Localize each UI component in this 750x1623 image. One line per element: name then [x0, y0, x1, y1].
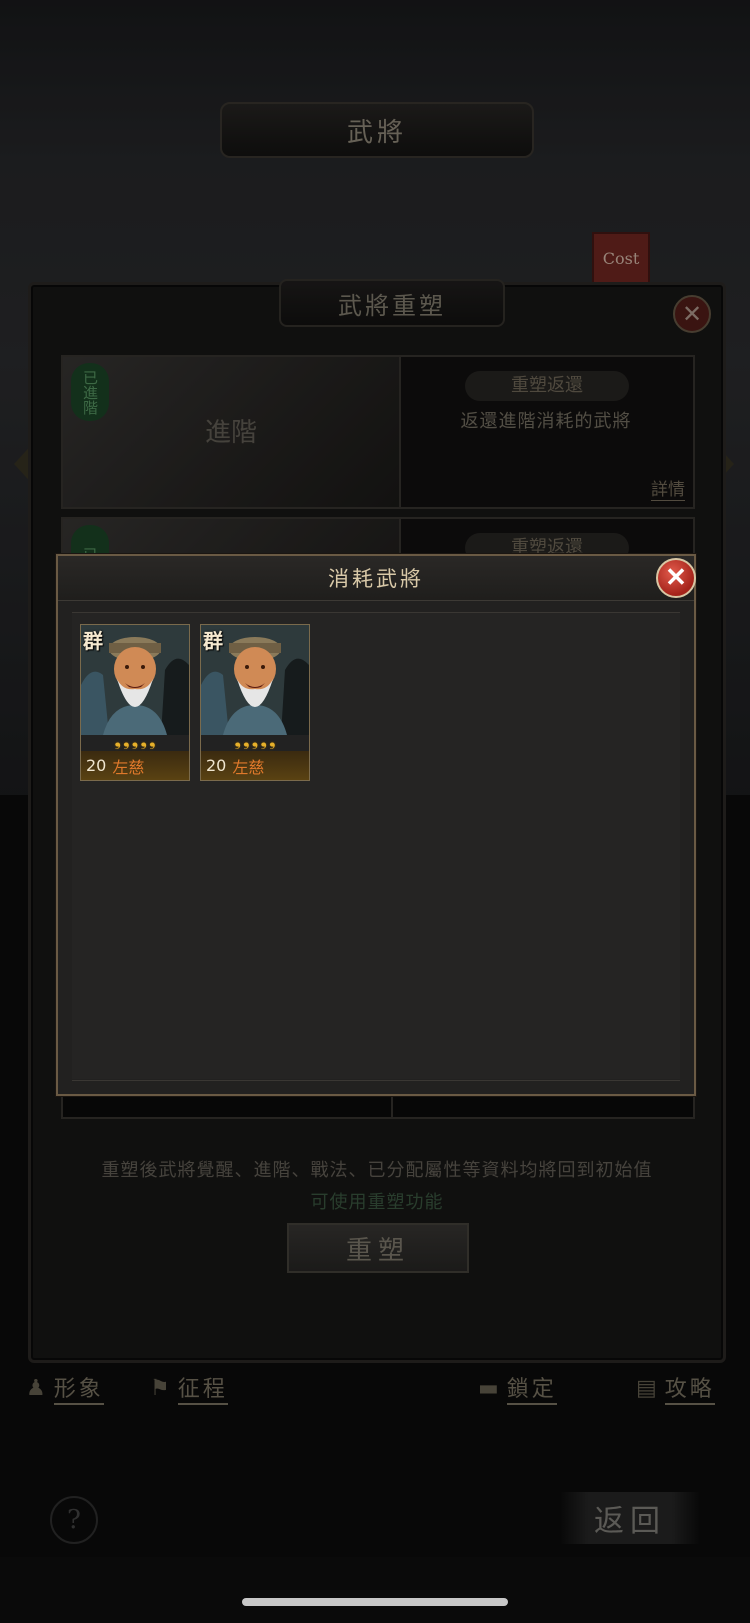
general-level: 20 — [86, 756, 107, 775]
general-card[interactable]: 群 ❟ ❟ ❟ ❟ ❟ 20 左慈 — [200, 624, 310, 781]
divider — [72, 1080, 680, 1081]
star-icon: ❟ — [122, 731, 130, 751]
consume-generals-modal: 消耗武將 ✕ 群 ❟ ❟ ❟ ❟ ❟ 20 左慈 群 ❟ ❟ ❟ ❟ ❟ 20 … — [56, 554, 696, 1096]
star-icon: ❟ — [269, 731, 276, 751]
consume-modal-close-button[interactable]: ✕ — [656, 558, 696, 598]
card-footer: 20 左慈 — [81, 751, 189, 780]
faction-badge: 群 — [203, 629, 223, 653]
star-icon: ❟ — [242, 731, 250, 751]
star-icon: ❟ — [140, 731, 147, 751]
star-icon: ❟ — [234, 731, 241, 751]
general-name: 左慈 — [112, 757, 145, 777]
close-icon: ✕ — [665, 563, 687, 593]
star-icon: ❟ — [251, 731, 259, 751]
card-footer: 20 左慈 — [201, 751, 309, 780]
general-card[interactable]: 群 ❟ ❟ ❟ ❟ ❟ 20 左慈 — [80, 624, 190, 781]
general-name: 左慈 — [232, 757, 265, 777]
star-icon: ❟ — [131, 731, 139, 751]
star-icon: ❟ — [149, 731, 156, 751]
home-bar-area — [0, 1557, 750, 1623]
home-indicator[interactable] — [242, 1598, 508, 1606]
general-level: 20 — [206, 756, 227, 775]
faction-badge: 群 — [83, 629, 103, 653]
consume-modal-title: 消耗武將 — [328, 567, 424, 591]
star-rating: ❟ ❟ ❟ ❟ ❟ — [201, 731, 309, 751]
star-icon: ❟ — [260, 731, 267, 751]
star-rating: ❟ ❟ ❟ ❟ ❟ — [81, 731, 189, 751]
star-icon: ❟ — [114, 731, 121, 751]
